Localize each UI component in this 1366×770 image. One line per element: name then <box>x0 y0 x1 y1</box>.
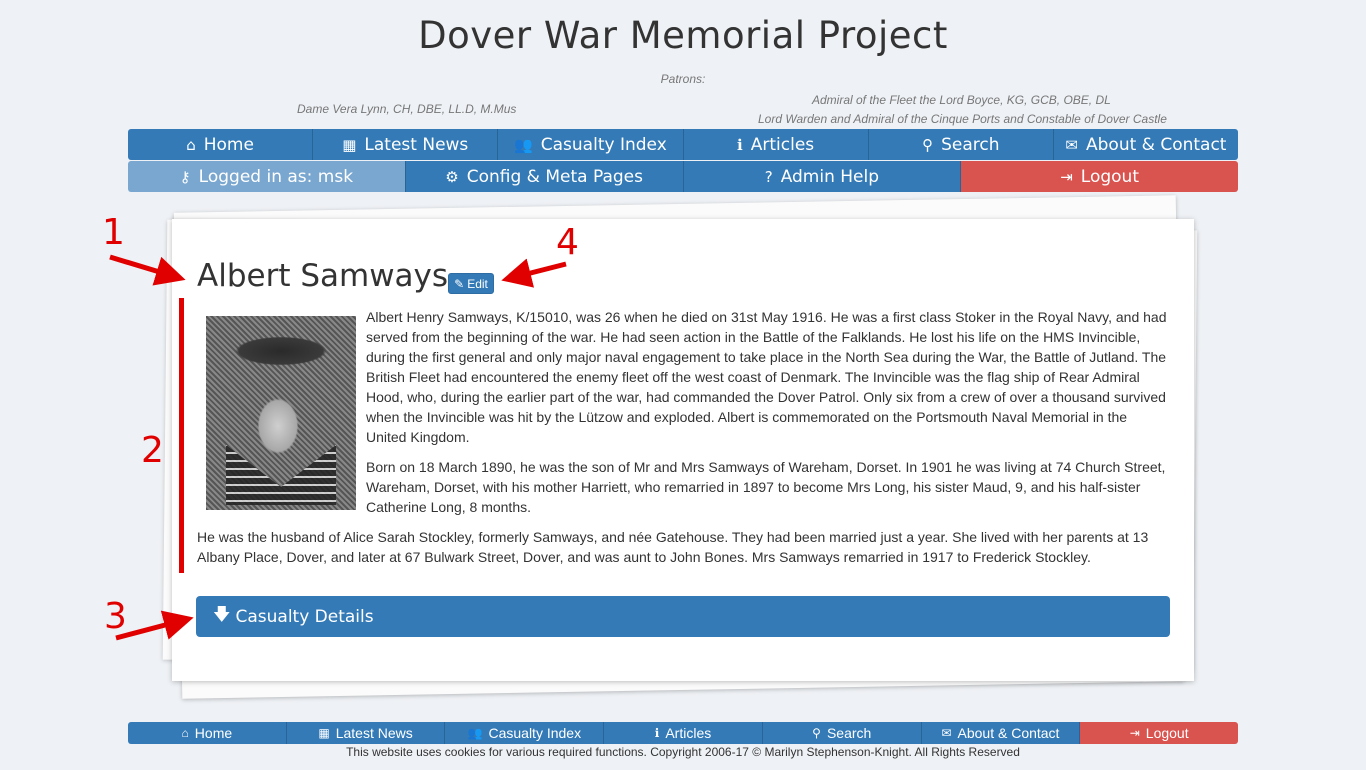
nav-label: Articles <box>665 725 712 741</box>
nav-label: Home <box>194 725 233 741</box>
logout-icon: ⇥ <box>1129 726 1140 740</box>
copyright-text: This website uses cookies for various re… <box>346 745 1020 759</box>
annotation-arrows <box>109 254 567 641</box>
calendar-icon: ▦ <box>318 726 330 740</box>
nav-label: Casualty Index <box>488 725 582 741</box>
annotation-arrow-4 <box>501 258 567 288</box>
footer-nav-casualty-index[interactable]: 👥 Casualty Index <box>445 722 605 744</box>
nav-label: Logout <box>1145 725 1189 741</box>
annotation-arrow-1 <box>109 254 186 286</box>
footer-nav-search[interactable]: ⚲ Search <box>762 722 922 744</box>
footer-nav: ⌂ Home ▦ Latest News 👥 Casualty Index ℹ Arti… <box>128 722 1239 744</box>
nav-label: About & Contact <box>957 725 1060 741</box>
envelope-icon: ✉ <box>941 726 952 740</box>
home-icon: ⌂ <box>181 726 189 740</box>
footer-nav-articles[interactable]: ℹ Articles <box>604 722 763 744</box>
users-icon: 👥 <box>467 726 483 740</box>
search-icon: ⚲ <box>812 726 821 740</box>
footer-nav-latest-news[interactable]: ▦ Latest News <box>286 722 446 744</box>
nav-label: Latest News <box>335 725 413 741</box>
info-icon: ℹ <box>654 726 660 740</box>
footer-nav-logout[interactable]: ⇥ Logout <box>1080 722 1239 744</box>
footer-nav-about-contact[interactable]: ✉ About & Contact <box>921 722 1081 744</box>
annotation-arrow-3 <box>115 610 194 641</box>
footer-nav-home[interactable]: ⌂ Home <box>128 722 287 744</box>
nav-label: Search <box>826 725 872 741</box>
